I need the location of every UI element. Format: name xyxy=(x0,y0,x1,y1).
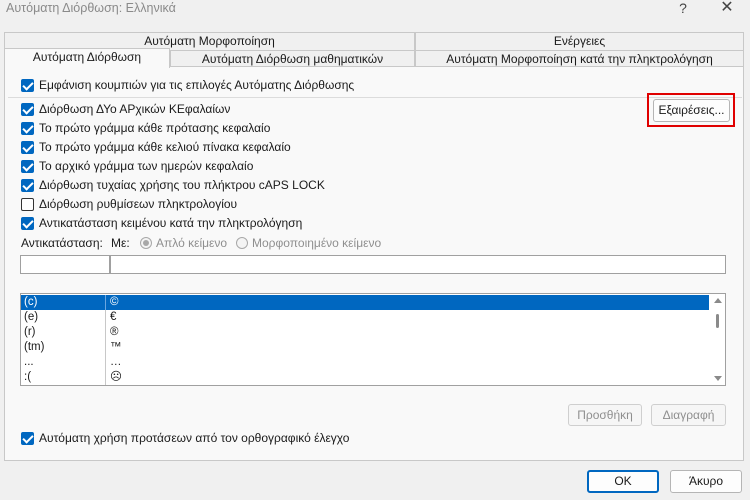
list-item[interactable]: :( ☹ xyxy=(21,370,709,385)
close-button[interactable]: ✕ xyxy=(712,0,742,19)
with-label: Με: xyxy=(111,236,130,250)
keyboard-checkbox[interactable] xyxy=(21,198,34,211)
show-buttons-label: Εμφάνιση κουμπιών για τις επιλογές Αυτόμ… xyxy=(39,78,355,92)
show-buttons-checkbox[interactable] xyxy=(21,79,34,92)
formatted-text-radio[interactable] xyxy=(236,237,248,249)
caps-lock-checkbox[interactable] xyxy=(21,179,34,192)
column-divider xyxy=(105,370,106,385)
column-divider xyxy=(105,340,106,355)
tab-actions[interactable]: Ενέργειες xyxy=(415,32,744,50)
tab-autocorrect[interactable]: Αυτόματη Διόρθωση xyxy=(4,48,170,68)
first-cell-label: Το πρώτο γράμμα κάθε κελιού πίνακα κεφαλ… xyxy=(39,140,291,154)
first-sentence-checkbox[interactable] xyxy=(21,122,34,135)
keyboard-label: Διόρθωση ρυθμίσεων πληκτρολογίου xyxy=(39,197,238,211)
with-input[interactable] xyxy=(110,255,726,274)
add-button[interactable]: Προσθήκη xyxy=(568,404,642,426)
scroll-thumb[interactable] xyxy=(716,314,719,328)
entry-to: … xyxy=(110,356,122,368)
separator xyxy=(8,97,742,98)
list-scrollbar[interactable] xyxy=(711,294,725,385)
entry-to: © xyxy=(110,296,119,308)
autocorrect-list[interactable]: (c) © (e) € (r) ® (tm) ™ ... … :( ☹ xyxy=(20,293,726,386)
two-initials-label: Διόρθωση ΔΥο ΑΡχικών ΚΕφαλαίων xyxy=(39,102,231,116)
entry-to: € xyxy=(110,311,117,323)
day-names-checkbox[interactable] xyxy=(21,160,34,173)
list-item[interactable]: (tm) ™ xyxy=(21,340,709,355)
list-item[interactable]: ... … xyxy=(21,355,709,370)
entry-from: (c) xyxy=(24,296,38,308)
plain-text-label: Απλό κείμενο xyxy=(156,236,228,250)
column-divider xyxy=(105,325,106,340)
column-divider xyxy=(105,310,106,325)
entry-from: (e) xyxy=(24,311,39,323)
replace-text-label: Αντικατάσταση κειμένου κατά την πληκτρολ… xyxy=(39,216,303,230)
entry-to: ® xyxy=(110,326,119,338)
column-divider xyxy=(105,295,106,310)
plain-text-radio[interactable] xyxy=(140,237,152,249)
entry-from: (tm) xyxy=(24,341,45,353)
delete-button[interactable]: Διαγραφή xyxy=(651,404,726,426)
first-cell-checkbox[interactable] xyxy=(21,141,34,154)
highlight-box xyxy=(647,93,735,127)
entry-to: ☹ xyxy=(110,371,122,383)
replace-label: Αντικατάσταση: xyxy=(21,236,103,250)
title-bar: Αυτόματη Διόρθωση: Ελληνικά ? ✕ xyxy=(0,0,750,20)
scroll-up-icon[interactable] xyxy=(714,298,722,303)
caps-lock-label: Διόρθωση τυχαίας χρήσης του πλήκτρου cAP… xyxy=(39,178,325,192)
replace-input[interactable] xyxy=(20,255,110,274)
first-sentence-label: Το πρώτο γράμμα κάθε πρότασης κεφαλαίο xyxy=(39,121,271,135)
cancel-button[interactable]: Άκυρο xyxy=(670,470,742,493)
list-item[interactable]: (c) © xyxy=(21,295,709,310)
entry-from: ... xyxy=(24,356,34,368)
column-divider xyxy=(105,355,106,370)
entry-from: :( xyxy=(24,371,32,383)
spelling-checkbox[interactable] xyxy=(21,432,34,445)
scroll-down-icon[interactable] xyxy=(714,376,722,381)
ok-button[interactable]: OK xyxy=(587,470,659,493)
replace-text-checkbox[interactable] xyxy=(21,217,34,230)
two-initials-checkbox[interactable] xyxy=(21,103,34,116)
formatted-text-label: Μορφοποιημένο κείμενο xyxy=(252,236,382,250)
day-names-label: Το αρχικό γράμμα των ημερών κεφαλαίο xyxy=(39,159,254,173)
list-item[interactable]: (r) ® xyxy=(21,325,709,340)
help-button[interactable]: ? xyxy=(668,0,698,19)
entry-from: (r) xyxy=(24,326,36,338)
list-item[interactable]: (e) € xyxy=(21,310,709,325)
spelling-label: Αυτόματη χρήση προτάσεων από τον ορθογρα… xyxy=(39,431,350,445)
window-title: Αυτόματη Διόρθωση: Ελληνικά xyxy=(6,1,176,15)
entry-to: ™ xyxy=(110,341,122,353)
